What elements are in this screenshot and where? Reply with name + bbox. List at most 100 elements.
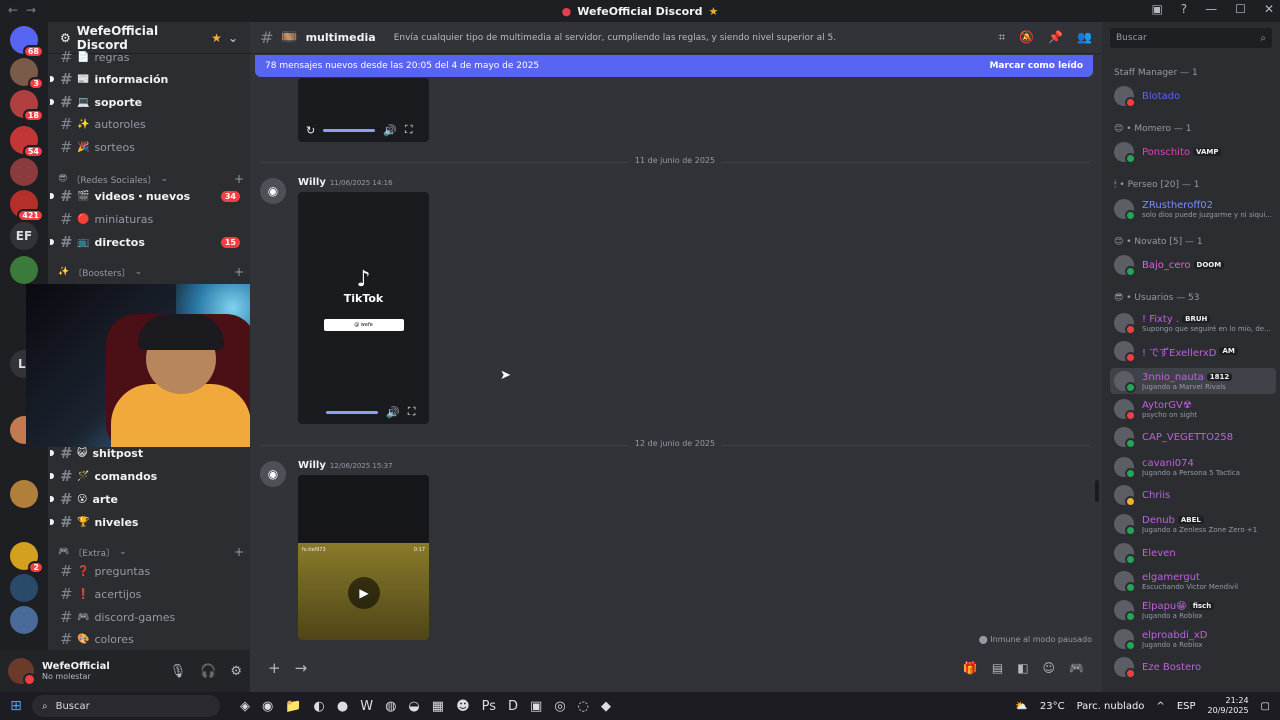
copilot-icon[interactable]: ◈ [240,699,250,714]
channel-item[interactable]: # 💻 soporte [50,91,244,113]
file-explorer-icon[interactable]: 📁 [285,699,301,714]
pin-icon[interactable]: 📌 [1048,30,1063,45]
arrow-icon[interactable]: → [295,659,308,677]
server-icon[interactable]: 421 [10,190,44,222]
avatar[interactable] [8,658,36,686]
channel-item[interactable]: # 🪄 comandos [50,465,244,487]
member-item[interactable]: Elpapu😁 fisch Jugando a Roblox [1110,597,1276,623]
windows-start-icon[interactable]: ⊞ [0,698,32,714]
maximize-button[interactable]: ☐ [1235,2,1246,16]
member-item[interactable]: Ponschito VAMP [1110,139,1276,165]
category-redes-sociales[interactable]: 😎 〔Redes Sociales〕 ⌄ + [58,171,244,187]
taskbar-clock[interactable]: 21:24 20/9/2025 [1208,696,1249,716]
app-icon[interactable]: ▣ [530,699,542,714]
discord-icon[interactable]: ◆ [601,699,611,714]
server-icon[interactable]: 3 [10,58,44,90]
taskbar-search[interactable]: ⌕ Buscar [32,695,220,717]
server-icon[interactable] [10,606,38,634]
member-item[interactable]: CAP_VEGETTO258 [1110,424,1276,450]
play-icon[interactable]: ▶ [348,577,380,609]
server-icon[interactable] [10,256,38,284]
channel-item[interactable]: # ❓ preguntas [54,560,244,582]
member-item[interactable]: Eleven [1110,540,1276,566]
new-messages-bar[interactable]: 78 mensajes nuevos desde las 20:05 del 4… [255,55,1093,77]
member-item[interactable]: 3nnio_nauta 1812 Jugando a Marvel Rivals [1110,368,1276,394]
channel-item[interactable]: # ❗ acertijos [54,583,244,605]
firefox-icon[interactable]: ◉ [262,699,273,714]
message-avatar[interactable]: ◉ [260,178,286,204]
nav-arrows[interactable]: ←→ [8,3,44,17]
video-attachment[interactable]: fx.tiel973 0:17 ▶ [298,475,429,640]
app-icon[interactable]: ◌ [578,699,589,714]
channel-item[interactable]: # ✨ autoroles [54,113,244,135]
server-icon[interactable]: 54 [10,126,44,158]
notifications-muted-icon[interactable]: 🔕 [1019,30,1034,45]
member-item[interactable]: AytorGV☢ psycho on sight [1110,396,1276,422]
add-channel-icon[interactable]: + [234,265,244,279]
inbox-icon[interactable]: ▣ [1151,2,1162,16]
replay-icon[interactable]: ↻ [306,124,315,137]
category-boosters[interactable]: ✨ 〔Boosters〕 ⌄ + [58,264,244,280]
photoshop-icon[interactable]: Ps [482,699,496,714]
word-icon[interactable]: W [360,699,373,714]
app-icon[interactable]: ◒ [408,699,419,714]
server-icon[interactable]: 68 [10,26,44,58]
member-item[interactable]: elproabdi_xD Jugando a Roblox [1110,626,1276,652]
add-channel-icon[interactable]: + [234,545,244,559]
gear-icon[interactable]: ⚙ [230,664,242,679]
member-item[interactable]: Blotado [1110,83,1276,109]
member-item[interactable]: cavani074 Jugando a Persona 5 Tactica [1110,454,1276,480]
volume-slider[interactable] [323,128,376,132]
channel-item[interactable]: # 🎮 discord-games [54,606,244,628]
app-icon[interactable]: ◍ [385,699,396,714]
channel-item[interactable]: # 📰 información [50,68,244,90]
help-icon[interactable]: ? [1181,2,1187,16]
sticker-icon[interactable]: ◧ [1017,661,1028,675]
app-icon[interactable]: ▦ [432,699,444,714]
gift-icon[interactable]: 🎁 [963,661,978,675]
member-item[interactable]: Bajo_cero DOOM [1110,252,1276,278]
close-button[interactable]: ✕ [1264,2,1274,16]
message-composer[interactable]: + → 🎁 ▤ ◧ ☺ 🎮 [260,650,1092,686]
channel-item[interactable]: # 🎨 colores [54,628,244,650]
member-item[interactable]: ! でずExellerxD AM [1110,338,1276,364]
fullscreen-icon[interactable]: ⛶ [405,123,413,137]
volume-icon[interactable]: 🔊 [383,124,397,137]
members-icon[interactable]: 👥 [1077,30,1092,45]
server-icon[interactable] [10,480,38,508]
server-icon[interactable]: 18 [10,90,44,122]
member-item[interactable]: ZRustheroff02 solo dios puede juzgarme y … [1110,196,1276,222]
member-item[interactable]: ! Fixty . BRUH Supongo que seguiré en lo m… [1110,310,1276,336]
server-icon[interactable]: 2 [10,542,44,574]
notifications-icon[interactable]: ▢ [1261,701,1270,712]
video-attachment[interactable]: ↻ 🔊 ⛶ [298,78,429,142]
app-icon[interactable]: D [508,699,518,714]
chrome-icon[interactable]: ◎ [554,699,565,714]
server-icon[interactable]: EF [10,222,38,250]
volume-icon[interactable]: 🔊 [386,406,400,419]
channel-item[interactable]: # 😮 arte [50,488,244,510]
channel-item[interactable]: # 🎬 videos・nuevos 34 [50,185,244,207]
microphone-icon[interactable]: 🎙 [170,664,187,679]
member-item[interactable]: elgamergut Escuchando Victor Mendivil [1110,568,1276,594]
message-avatar[interactable]: ◉ [260,461,286,487]
edge-icon[interactable]: ◐ [314,699,325,714]
activities-icon[interactable]: 🎮 [1069,661,1084,675]
member-item[interactable]: Eze Bostero [1110,654,1276,680]
channel-item[interactable]: # 🏆 niveles [50,511,244,533]
member-item[interactable]: Denub ABEL Jugando a Zenless Zone Zero +1 [1110,511,1276,537]
basketball-icon[interactable]: ● [337,699,348,714]
threads-icon[interactable]: ⌗ [998,30,1005,45]
search-input[interactable]: Buscar ⌕ [1110,28,1272,48]
channel-item[interactable]: # 🎉 sorteos [54,136,244,158]
user-info[interactable]: WefeOfficial No molestar [42,661,110,681]
app-icon[interactable]: ☻ [456,699,470,714]
tiktok-video-attachment[interactable]: ♪ TikTok @ wefe 🔊 ⛶ [298,192,429,424]
server-icon[interactable] [10,158,38,186]
member-item[interactable]: Chriis [1110,482,1276,508]
channel-item[interactable]: # 📄 regras [54,46,244,68]
minimize-button[interactable]: — [1205,2,1217,16]
chevron-up-icon[interactable]: ^ [1156,701,1164,712]
headphones-icon[interactable]: 🎧 [200,664,216,679]
add-channel-icon[interactable]: + [234,172,244,186]
